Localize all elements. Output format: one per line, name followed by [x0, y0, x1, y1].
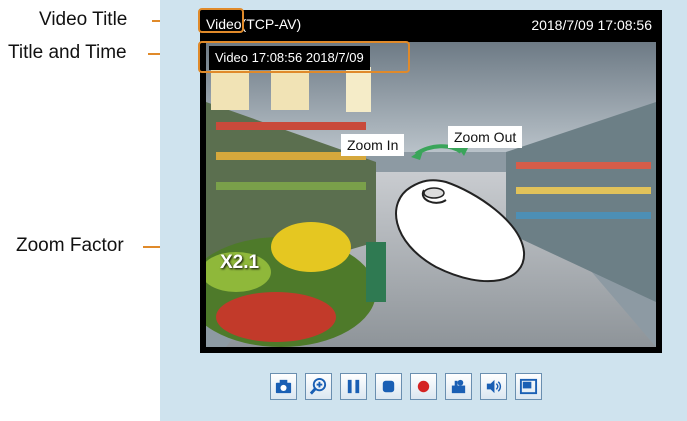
stop-button[interactable]: [375, 373, 402, 400]
callout-zoom-factor: Zoom Factor: [16, 235, 124, 256]
zoom-factor-indicator: X2.1: [220, 252, 260, 273]
manual-trigger-button[interactable]: [445, 373, 472, 400]
speaker-icon: [486, 379, 502, 394]
manual-trigger-icon: [451, 379, 466, 394]
video-date-time: 2018/7/09 17:08:56: [531, 17, 652, 33]
control-toolbar: [270, 373, 542, 401]
video-title-bar: Video(TCP-AV) 2018/7/09 17:08:56: [200, 10, 662, 38]
record-icon: [417, 380, 430, 393]
video-frame[interactable]: Video 17:08:56 2018/7/09 X2.1 Zoom In Zo…: [206, 42, 656, 347]
callout-title-and-time: Title and Time: [8, 42, 127, 63]
digital-zoom-button[interactable]: [305, 373, 332, 400]
stop-icon: [382, 380, 395, 393]
video-title-highlight: [198, 8, 244, 33]
pause-button[interactable]: [340, 373, 367, 400]
fullscreen-button[interactable]: [515, 373, 542, 400]
fullscreen-icon: [519, 378, 538, 395]
zoom-icon: [309, 377, 327, 395]
zoom-in-label: Zoom In: [341, 134, 405, 156]
zoom-out-label: Zoom Out: [448, 126, 523, 148]
title-and-time-highlight: [198, 41, 410, 73]
record-button[interactable]: [410, 373, 437, 400]
audio-button[interactable]: [480, 373, 507, 400]
supermarket-scene: [206, 42, 656, 347]
pause-icon: [347, 379, 360, 394]
callout-video-title: Video Title: [39, 9, 128, 30]
camera-icon: [275, 379, 292, 394]
snapshot-button[interactable]: [270, 373, 297, 400]
